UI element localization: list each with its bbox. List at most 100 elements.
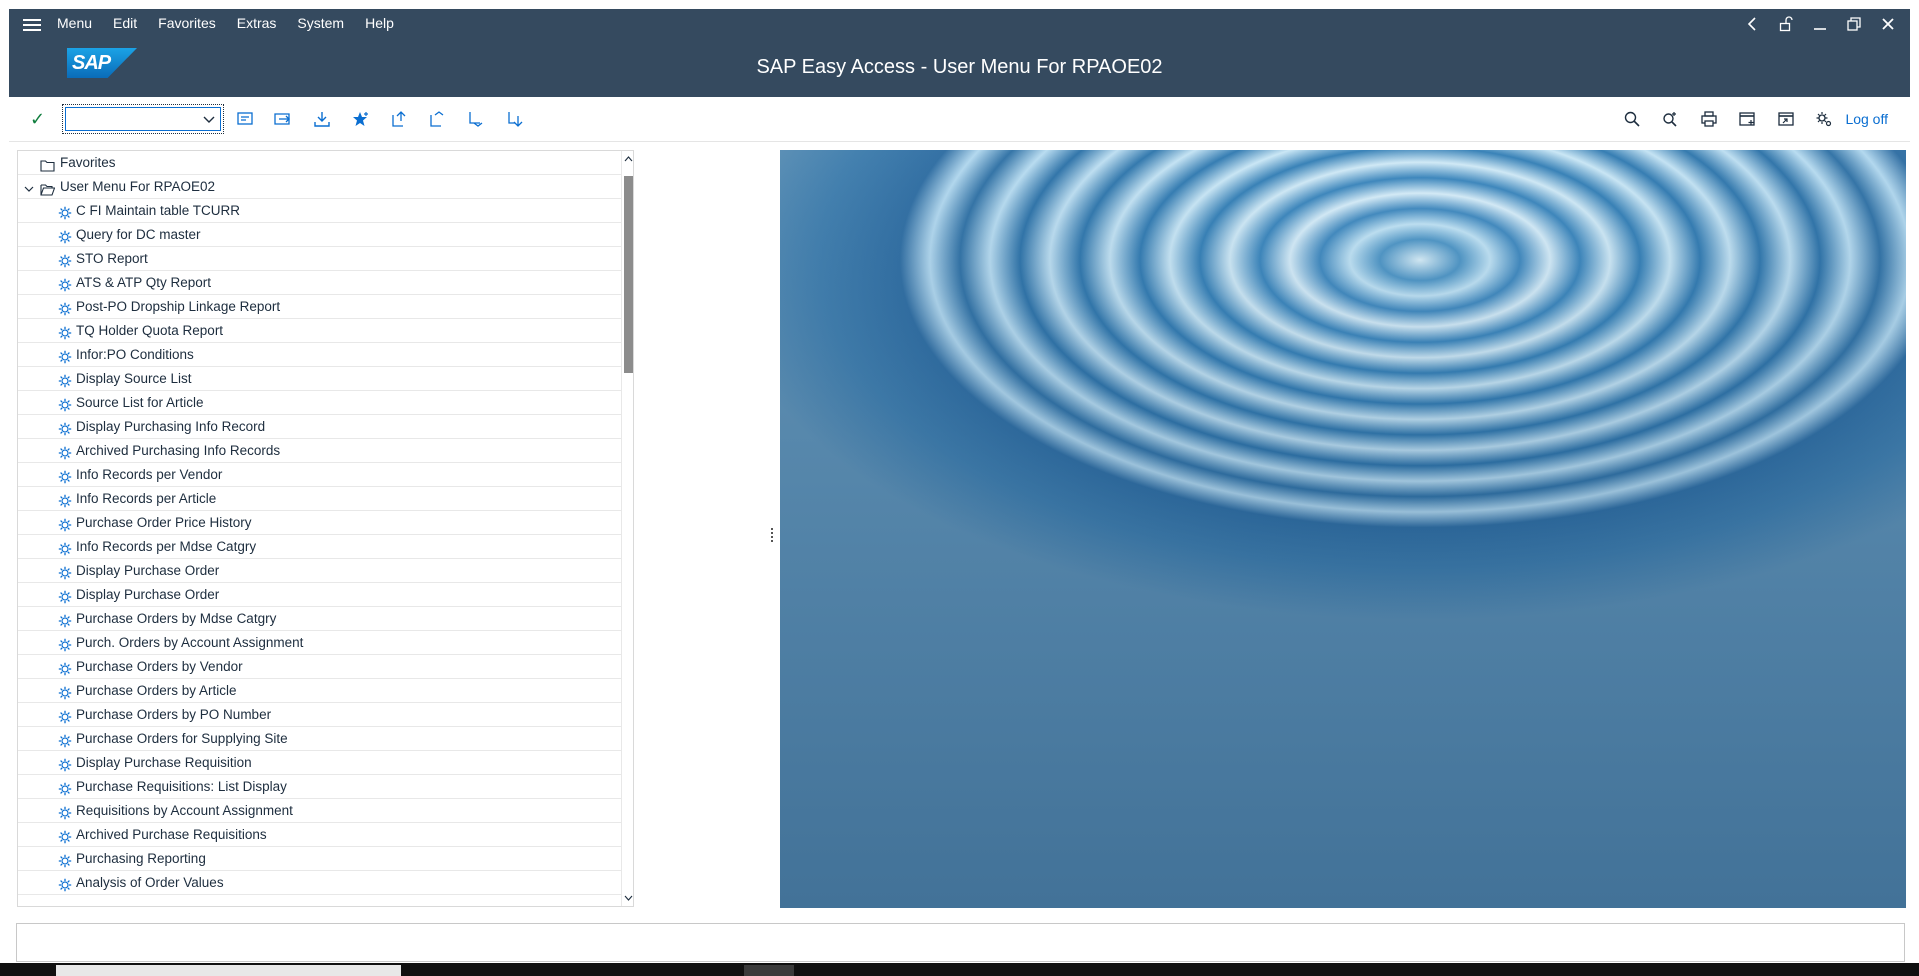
tree-item-transaction[interactable]: Display Source List (18, 367, 621, 391)
tree-item-transaction[interactable]: Display Purchasing Info Record (18, 415, 621, 439)
transaction-gear-icon (58, 516, 72, 532)
open-folder-icon (40, 180, 56, 196)
tree-item-transaction[interactable]: ATS & ATP Qty Report (18, 271, 621, 295)
tree-item-label: Post-PO Dropship Linkage Report (76, 299, 281, 314)
enter-check-icon[interactable]: ✓ (30, 109, 45, 130)
restore-icon[interactable] (1846, 14, 1862, 34)
transaction-gear-icon (58, 468, 72, 484)
tree-item-label: ATS & ATP Qty Report (76, 275, 212, 290)
chevron-down-icon[interactable] (203, 112, 215, 124)
save-favorite-icon[interactable] (311, 108, 333, 130)
transaction-gear-icon (58, 300, 72, 316)
tree-item-transaction[interactable]: Purchase Orders by Mdse Catgry (18, 607, 621, 631)
move-down-icon[interactable] (504, 108, 526, 130)
tree-item-transaction[interactable]: STO Report (18, 247, 621, 271)
tree-node-favorites[interactable]: Favorites (18, 151, 621, 175)
tree-item-transaction[interactable]: Purch. Orders by Account Assignment (18, 631, 621, 655)
transaction-gear-icon (58, 348, 72, 364)
tree-item-transaction[interactable]: Purchase Orders by Vendor (18, 655, 621, 679)
transaction-gear-icon (58, 276, 72, 292)
move-up-one-icon[interactable] (426, 108, 448, 130)
print-icon[interactable] (1698, 108, 1720, 130)
new-session-icon[interactable] (1736, 108, 1758, 130)
tree-item-transaction[interactable]: Purchasing Reporting (18, 847, 621, 871)
transaction-gear-icon (58, 444, 72, 460)
menu-item-edit[interactable]: Edit (113, 15, 137, 31)
log-off-link[interactable]: Log off (1845, 111, 1888, 127)
tree-item-transaction[interactable]: Analysis of Order Values (18, 871, 621, 895)
window-title: SAP Easy Access - User Menu For RPAOE02 (756, 56, 1163, 78)
tree-item-label: Source List for Article (76, 395, 204, 410)
tree-item-label: Purch. Orders by Account Assignment (76, 635, 304, 650)
minimize-icon[interactable] (1812, 14, 1828, 34)
transaction-gear-icon (58, 252, 72, 268)
search-icon[interactable] (1621, 108, 1643, 130)
scroll-up-icon[interactable] (622, 153, 633, 165)
add-favorite-star-icon[interactable] (350, 108, 372, 130)
close-icon[interactable] (1880, 14, 1896, 34)
scrollbar-thumb[interactable] (624, 176, 633, 373)
tree-item-transaction[interactable]: Display Purchase Order (18, 583, 621, 607)
shortcut-icon[interactable] (1775, 108, 1797, 130)
menu-item-system[interactable]: System (297, 15, 344, 31)
tree-item-label: Purchase Orders by Article (76, 683, 237, 698)
transaction-gear-icon (58, 372, 72, 388)
tree-item-transaction[interactable]: Infor:PO Conditions (18, 343, 621, 367)
transaction-gear-icon (58, 588, 72, 604)
tree-item-transaction[interactable]: Info Records per Mdse Catgry (18, 535, 621, 559)
transaction-gear-icon (58, 684, 72, 700)
tree-item-transaction[interactable]: Requisitions by Account Assignment (18, 799, 621, 823)
tree-item-label: Purchase Order Price History (76, 515, 252, 530)
move-up-icon[interactable] (388, 108, 410, 130)
user-menu-icon[interactable] (272, 108, 294, 130)
tree-item-transaction[interactable]: Display Purchase Order (18, 559, 621, 583)
panel-splitter[interactable] (771, 526, 775, 546)
image-overlay (780, 150, 1906, 908)
tree-item-transaction[interactable]: Purchase Orders by Article (18, 679, 621, 703)
search-next-icon[interactable] (1659, 108, 1681, 130)
tree-item-label: Purchasing Reporting (76, 851, 206, 866)
tree-item-transaction[interactable]: Archived Purchase Requisitions (18, 823, 621, 847)
tree-item-transaction[interactable]: Purchase Orders for Supplying Site (18, 727, 621, 751)
tree-item-label: Requisitions by Account Assignment (76, 803, 293, 818)
menu-item-extras[interactable]: Extras (237, 15, 277, 31)
chevron-down-icon[interactable] (23, 179, 35, 192)
move-down-one-icon[interactable] (465, 108, 487, 130)
menu-item-menu[interactable]: Menu (57, 15, 92, 31)
tree-item-label: Archived Purchasing Info Records (76, 443, 281, 458)
hamburger-icon[interactable] (23, 16, 41, 32)
sap-menu-icon[interactable] (234, 108, 256, 130)
tree-item-transaction[interactable]: TQ Holder Quota Report (18, 319, 621, 343)
menu-item-favorites[interactable]: Favorites (158, 15, 216, 31)
tree-item-transaction[interactable]: Archived Purchasing Info Records (18, 439, 621, 463)
scroll-down-icon[interactable] (622, 892, 633, 904)
tree-node-user-menu[interactable]: User Menu For RPAOE02 (18, 175, 621, 199)
tree-item-transaction[interactable]: Purchase Order Price History (18, 511, 621, 535)
tree-item-transaction[interactable]: Source List for Article (18, 391, 621, 415)
back-chevron-icon[interactable] (1744, 14, 1760, 34)
settings-icon[interactable] (1813, 108, 1835, 130)
tree-item-transaction[interactable]: C FI Maintain table TCURR (18, 199, 621, 223)
tree-item-label: Query for DC master (76, 227, 201, 242)
tree-item-transaction[interactable]: Post-PO Dropship Linkage Report (18, 295, 621, 319)
tree-item-label: Purchase Orders by Mdse Catgry (76, 611, 277, 626)
menu-list: Menu Edit Favorites Extras System Help (57, 15, 415, 31)
window-controls (1744, 14, 1896, 34)
taskbar-app-button[interactable] (744, 965, 794, 976)
menu-item-help[interactable]: Help (365, 15, 394, 31)
tree-item-transaction[interactable]: Purchase Requisitions: List Display (18, 775, 621, 799)
tree-item-label: STO Report (76, 251, 148, 266)
tree-item-label: Display Purchase Order (76, 587, 220, 602)
tree-vertical-scrollbar[interactable] (621, 151, 633, 906)
tree-item-transaction[interactable]: Query for DC master (18, 223, 621, 247)
unlock-icon[interactable] (1778, 14, 1794, 34)
menu-bar: Menu Edit Favorites Extras System Help (9, 9, 1910, 39)
tree-item-transaction[interactable]: Purchase Orders by PO Number (18, 703, 621, 727)
taskbar-window-button[interactable] (56, 965, 401, 976)
tree-item-transaction[interactable]: Info Records per Article (18, 487, 621, 511)
tree-item-transaction[interactable]: Display Purchase Requisition (18, 751, 621, 775)
command-field[interactable] (65, 107, 221, 131)
tree-item-label: Info Records per Vendor (76, 467, 223, 482)
os-taskbar (0, 963, 1919, 976)
tree-item-transaction[interactable]: Info Records per Vendor (18, 463, 621, 487)
